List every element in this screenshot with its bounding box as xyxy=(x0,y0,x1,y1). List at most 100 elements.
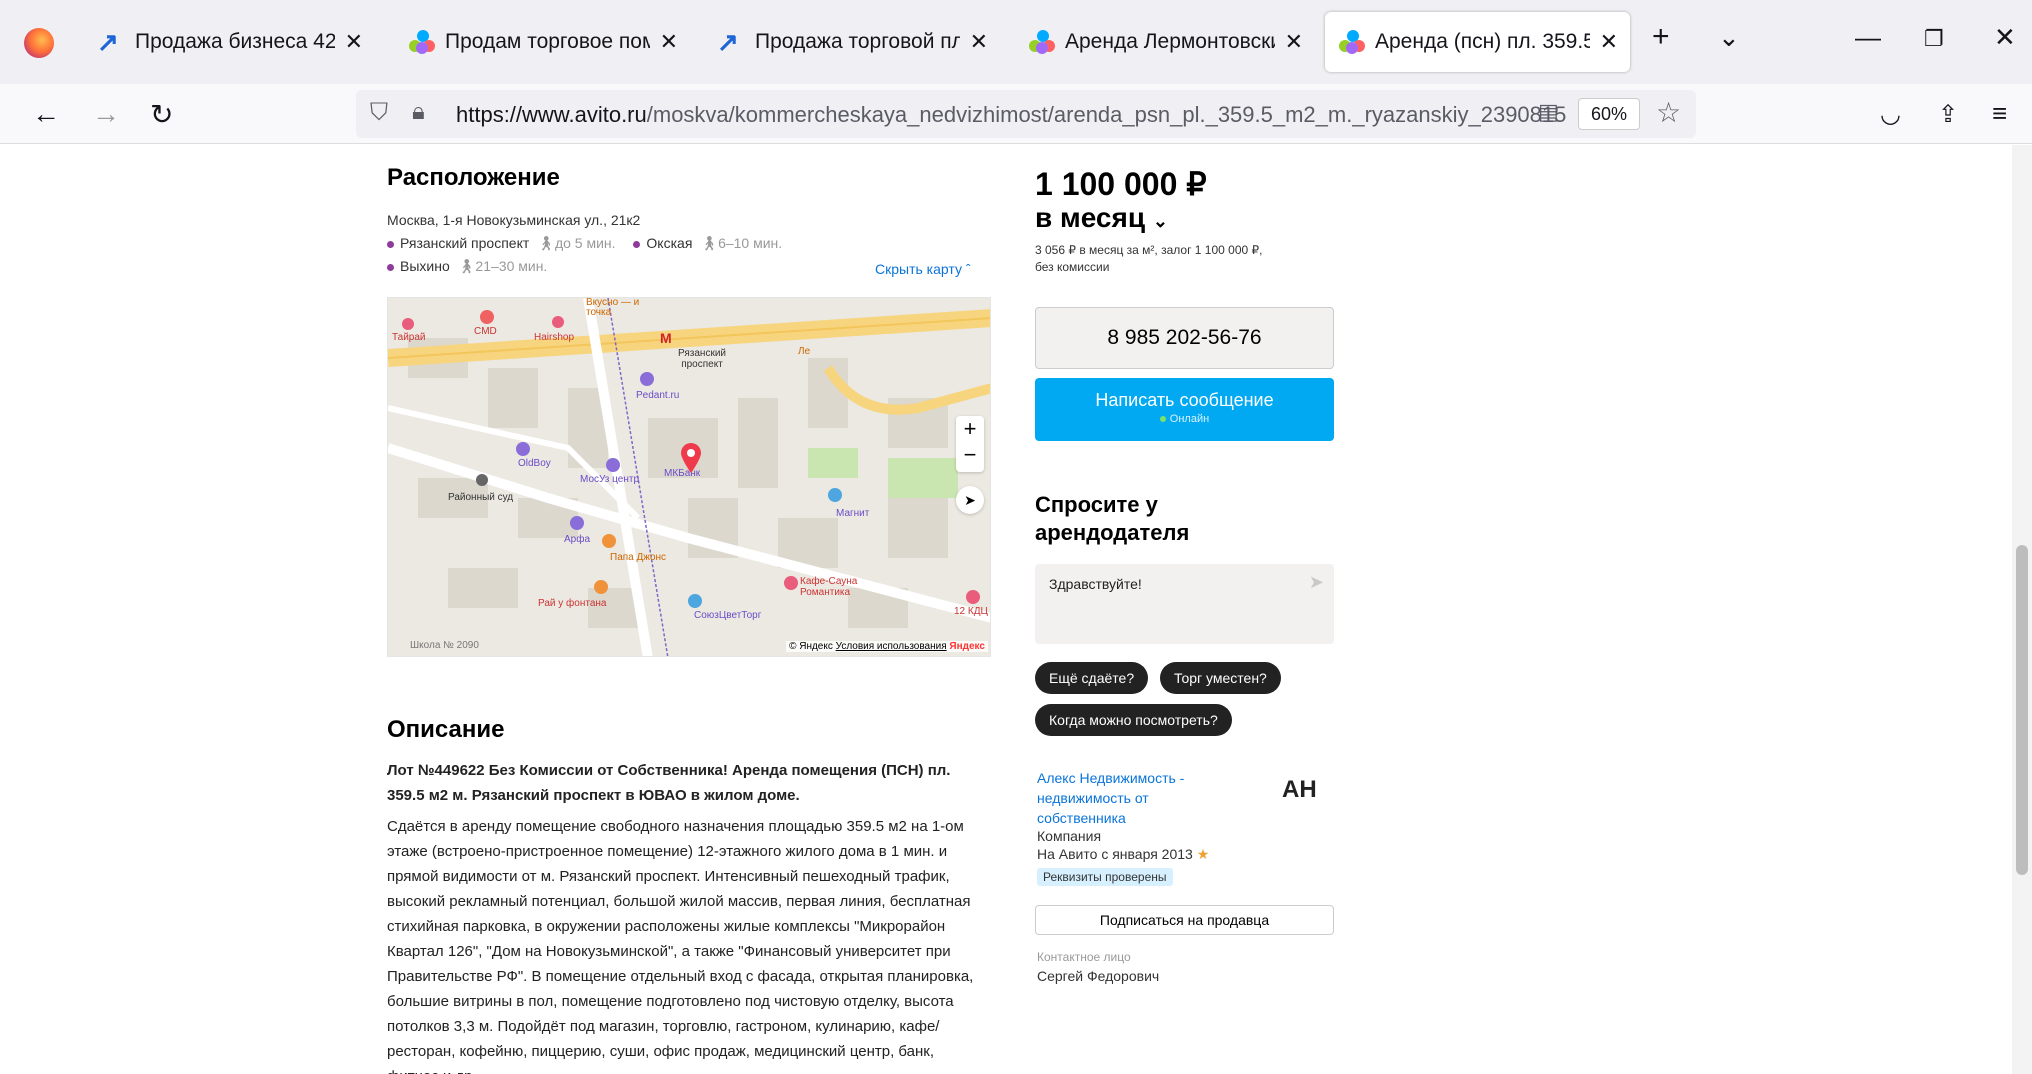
chevron-up-icon: ˆ xyxy=(965,261,971,277)
restore-icon[interactable]: ❐ xyxy=(1924,26,1944,52)
yandex-logo[interactable]: Яндекс xyxy=(949,641,985,652)
share-icon[interactable]: ⇪ xyxy=(1938,100,1958,129)
metro-time: до 5 мин. xyxy=(554,235,616,251)
poi-icon[interactable] xyxy=(552,316,564,328)
poi-icon[interactable] xyxy=(476,474,488,486)
new-tab-icon[interactable]: + xyxy=(1652,20,1670,54)
subscribe-button[interactable]: Подписаться на продавца xyxy=(1035,905,1334,935)
verified-badge: Реквизиты проверены xyxy=(1037,868,1173,886)
ask-textarea[interactable]: Здравствуйте! ➤ xyxy=(1035,564,1334,644)
address: Москва, 1-я Новокузьминская ул., 21к2 xyxy=(387,212,641,228)
price: 1 100 000 ₽ xyxy=(1035,166,1207,202)
map-label-court: Районный суд xyxy=(448,492,514,503)
walk-icon: 🚶︎ xyxy=(457,258,476,274)
reader-view-icon[interactable]: ▤ xyxy=(1538,99,1559,125)
ask-heading: Спросите у арендодателя xyxy=(1035,492,1190,545)
tab-label: Продажа торговой площ xyxy=(755,30,960,53)
tab-4[interactable]: Аренда Лермонтовский ✕ xyxy=(1015,12,1315,72)
zoom-in-icon[interactable]: + xyxy=(956,416,984,442)
seller-type: Компания xyxy=(1037,828,1102,844)
avito-dots-icon xyxy=(407,28,435,56)
map-label-tairai: Тайрай xyxy=(392,332,426,343)
reload-icon[interactable]: ↻ xyxy=(150,98,173,131)
map[interactable]: Тайрай CMD Hairshop Вкусно — и точка M Р… xyxy=(387,297,991,657)
zoom-indicator[interactable]: 60% xyxy=(1578,98,1640,130)
seller-logo[interactable]: АН xyxy=(1282,776,1317,804)
url-path: /moskva/kommercheskaya_nedvizhimost/aren… xyxy=(646,102,1567,127)
poi-icon[interactable] xyxy=(606,458,620,472)
description-lead: Лот №449622 Без Комиссии от Собственника… xyxy=(387,762,951,804)
metro-name: Окская xyxy=(646,235,693,251)
tab-2[interactable]: Продам торговое помещ ✕ xyxy=(395,12,690,72)
poi-icon[interactable] xyxy=(784,576,798,590)
send-icon[interactable]: ➤ xyxy=(1309,572,1324,593)
map-label-soyuz: СоюзЦветТорг xyxy=(694,610,762,621)
contact-name: Сергей Федорович xyxy=(1037,968,1160,984)
poi-icon[interactable] xyxy=(594,580,608,594)
quick-question-chip[interactable]: Когда можно посмотреть? xyxy=(1035,704,1232,736)
map-label-cmd: CMD xyxy=(474,326,497,337)
quick-question-chip[interactable]: Торг уместен? xyxy=(1160,662,1281,694)
poi-icon[interactable] xyxy=(640,372,654,386)
firefox-logo-icon[interactable] xyxy=(24,28,54,58)
poi-icon[interactable] xyxy=(966,590,980,604)
terms-link[interactable]: Условия использования xyxy=(836,641,947,652)
minimize-icon[interactable]: — xyxy=(1855,22,1881,53)
map-label-hairshop: Hairshop xyxy=(534,332,575,343)
walk-icon: 🚶︎ xyxy=(700,235,719,251)
tab-3[interactable]: ↗ Продажа торговой площ ✕ xyxy=(705,12,1000,72)
zoom-out-icon[interactable]: − xyxy=(956,442,984,468)
close-icon[interactable]: ✕ xyxy=(1285,29,1303,55)
ask-text: Здравствуйте! xyxy=(1049,576,1142,592)
write-message-button[interactable]: Написать сообщение Онлайн xyxy=(1035,378,1334,441)
url-text[interactable]: https://www.avito.ru/moskva/kommercheska… xyxy=(456,102,1576,128)
poi-icon[interactable] xyxy=(602,534,616,548)
map-label-magnit: Магнит xyxy=(836,508,870,519)
walk-icon: 🚶︎ xyxy=(537,235,555,251)
close-icon[interactable]: ✕ xyxy=(1600,29,1618,55)
map-label-rayfontana: Рай у фонтана xyxy=(538,598,607,609)
poi-icon[interactable] xyxy=(402,318,414,330)
pocket-icon[interactable]: ◡ xyxy=(1880,100,1901,129)
url-bar[interactable]: ⛉ 🔒︎ https://www.avito.ru/moskva/kommerc… xyxy=(356,90,1696,138)
poi-icon[interactable] xyxy=(828,488,842,502)
window-close-icon[interactable]: ✕ xyxy=(1994,22,2016,53)
metro-dot xyxy=(387,240,394,248)
show-phone-button[interactable]: 8 985 202-56-76 xyxy=(1035,307,1334,369)
hide-map-link[interactable]: Скрыть карту ˆ xyxy=(875,261,971,277)
geolocation-icon[interactable]: ➤ xyxy=(956,486,984,514)
map-label-arfa: Арфа xyxy=(564,534,591,545)
map-label-mosuz: МосУз центр xyxy=(580,474,639,485)
quick-question-chip[interactable]: Ещё сдаёте? xyxy=(1035,662,1149,694)
price-period[interactable]: в месяц ⌄ xyxy=(1035,202,1168,234)
close-icon[interactable]: ✕ xyxy=(660,29,678,55)
scrollbar[interactable] xyxy=(2012,145,2032,1074)
period-label: в месяц xyxy=(1035,202,1146,233)
tab-label: Аренда (псн) пл. 359.5 м² xyxy=(1375,30,1590,53)
poi-icon[interactable] xyxy=(570,516,584,530)
forward-icon[interactable]: → xyxy=(92,98,120,130)
tab-1[interactable]: ↗ Продажа бизнеса 423.2м ✕ xyxy=(85,12,375,72)
map-pin-icon[interactable] xyxy=(679,442,703,474)
map-label-sauna: Кафе-Сауна Романтика xyxy=(800,576,858,598)
medal-icon: ★ xyxy=(1196,846,1210,862)
close-icon[interactable]: ✕ xyxy=(345,29,363,55)
poi-icon[interactable] xyxy=(480,310,494,324)
menu-icon[interactable]: ≡ xyxy=(1992,98,2007,129)
poi-icon[interactable] xyxy=(516,442,530,456)
tab-5-active[interactable]: Аренда (псн) пл. 359.5 м² ✕ xyxy=(1325,12,1630,72)
back-icon[interactable]: ← xyxy=(32,98,60,130)
location-heading: Расположение xyxy=(387,164,560,191)
close-icon[interactable]: ✕ xyxy=(970,29,988,55)
map-label-vkusno: Вкусно — и точка xyxy=(586,297,640,318)
list-tabs-icon[interactable]: ⌄ xyxy=(1718,22,1740,53)
lock-icon[interactable]: 🔒︎ xyxy=(412,98,425,126)
poi-icon[interactable] xyxy=(688,594,702,608)
seller-name-link[interactable]: Алекс Недвижимость - недвижимость от соб… xyxy=(1037,768,1217,828)
metro-line-1: Рязанский проспект 🚶︎до 5 мин. Окская 🚶︎… xyxy=(387,235,782,252)
shield-icon[interactable]: ⛉ xyxy=(370,99,388,127)
scrollbar-thumb[interactable] xyxy=(2016,545,2028,875)
bookmark-star-icon[interactable]: ☆ xyxy=(1656,96,1681,129)
no-commission: без комиссии xyxy=(1035,260,1110,274)
tab-label: Аренда Лермонтовский xyxy=(1065,30,1275,53)
